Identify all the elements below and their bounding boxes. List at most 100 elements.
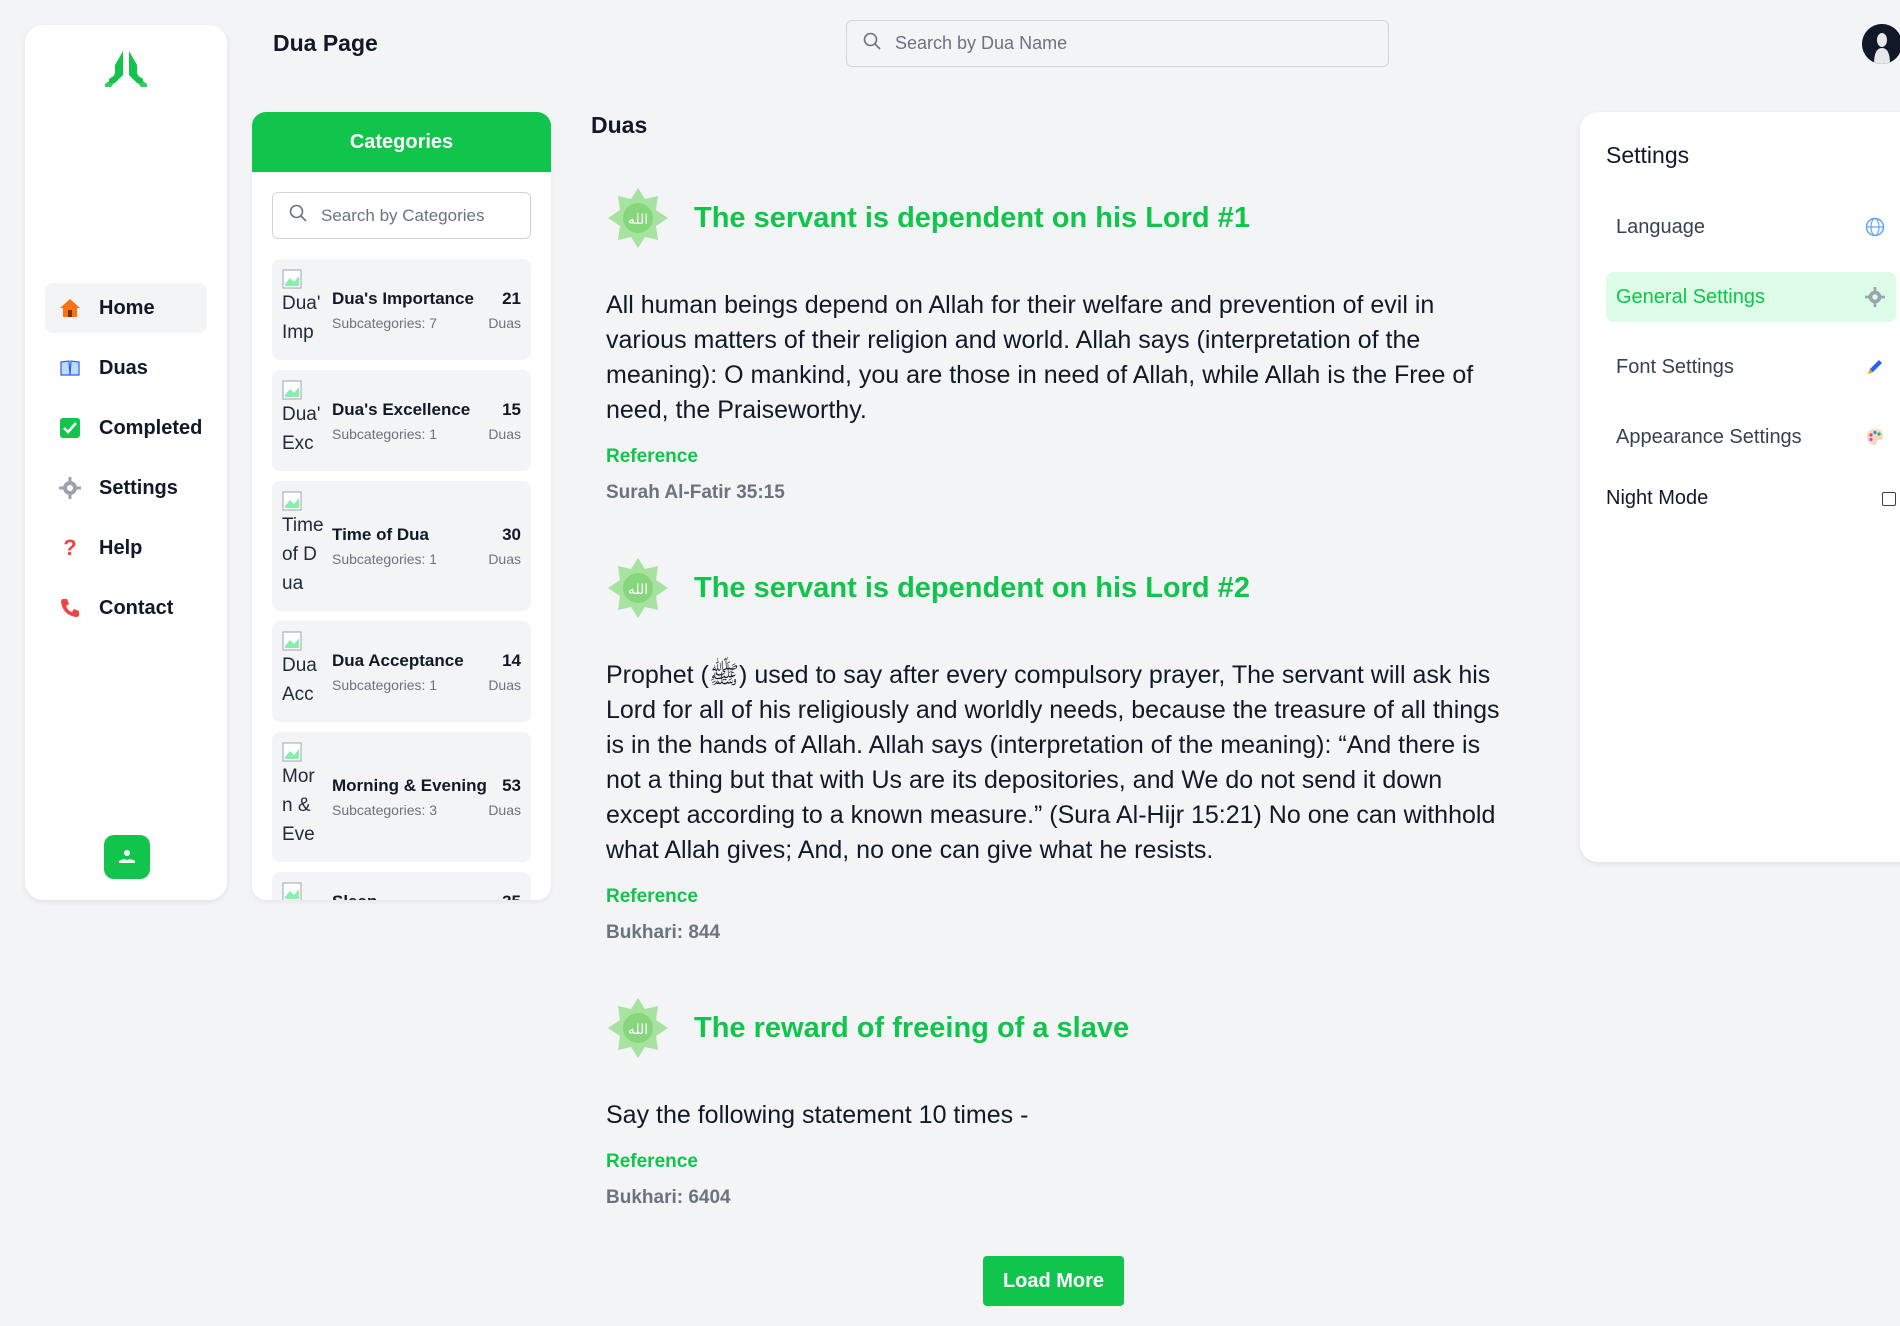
svg-text:الله: الله	[628, 1022, 648, 1038]
allah-star-badge-icon: الله	[608, 998, 668, 1058]
category-list: Dua' Impo Dua's Importance Subcategories…	[252, 259, 551, 900]
settings-item-appearance[interactable]: Appearance Settings	[1606, 412, 1896, 462]
category-name: Dua's Excellence	[332, 399, 471, 419]
categories-search-input[interactable]	[321, 205, 521, 226]
hand-heart-icon	[119, 850, 135, 863]
broken-image-icon	[282, 631, 302, 651]
category-item[interactable]: Dua' Impo Dua's Importance Subcategories…	[272, 259, 531, 360]
category-name: Dua's Importance	[332, 288, 474, 308]
category-dua-unit: Duas	[488, 676, 521, 693]
category-image: Time of Dua	[282, 491, 324, 601]
settings-title: Settings	[1606, 142, 1690, 168]
category-item[interactable]: Time of Dua Time of Dua Subcategories: 1…	[272, 481, 531, 611]
dua-text: Prophet (ﷺ) used to say after every comp…	[606, 661, 1500, 864]
svg-text:الله: الله	[628, 212, 648, 228]
category-name: Morning & Evening	[332, 776, 487, 795]
nav-item-help[interactable]: ? Help	[45, 523, 207, 573]
broken-image-icon	[282, 380, 302, 400]
page-title: Dua Page	[273, 30, 378, 56]
nav-item-settings[interactable]: Settings	[45, 463, 207, 513]
avatar[interactable]	[1862, 24, 1900, 64]
category-image-alt: Morn & Even	[282, 766, 315, 845]
category-image-alt: Dua' Exce	[282, 404, 321, 454]
palette-icon	[1864, 426, 1886, 448]
category-name: Time of Dua	[332, 525, 429, 544]
category-item[interactable]: Dua' Exce Dua's Excellence Subcategories…	[272, 370, 531, 471]
dua-reference: Bukhari: 6404	[606, 1187, 731, 1208]
category-subcount: Subcategories: 1	[332, 676, 438, 693]
allah-star-badge-icon: الله	[608, 188, 668, 248]
category-image: Dua Acce	[282, 631, 324, 712]
pen-icon	[1864, 356, 1886, 378]
categories-panel: Categories Dua' Impo Dua's Importance Su…	[252, 112, 551, 900]
settings-item-language[interactable]: Language	[1606, 202, 1896, 252]
checkbox-icon	[59, 417, 81, 439]
gear-icon	[59, 477, 81, 499]
category-name: Dua Acceptance	[332, 650, 464, 670]
dua-reference: Bukhari: 844	[606, 922, 721, 943]
category-image-alt: Time of Dua	[282, 515, 324, 594]
nav-item-label: Help	[99, 536, 143, 559]
category-image: Dua' Exce	[282, 380, 324, 461]
nav-item-label: Duas	[99, 356, 148, 379]
category-dua-unit: Duas	[488, 551, 521, 567]
category-dua-unit: Duas	[488, 425, 521, 442]
nav-list: Home Duas Completed Settings ? Help Cont…	[45, 283, 207, 643]
category-dua-count: 53	[502, 776, 521, 795]
categories-search-bar[interactable]	[272, 192, 531, 239]
nav-item-home[interactable]: Home	[45, 283, 207, 333]
gear-icon	[1864, 286, 1886, 308]
dua-card: الله The servant is dependent on his Lor…	[606, 556, 1506, 944]
broken-image-icon	[282, 882, 302, 900]
category-item[interactable]: Sleep 35	[272, 872, 531, 900]
settings-item-label: Font Settings	[1616, 355, 1734, 378]
praying-hands-logo-icon[interactable]	[101, 45, 151, 95]
dua-search-bar[interactable]	[846, 20, 1389, 67]
category-subcount: Subcategories: 3	[332, 802, 438, 818]
search-icon	[863, 32, 881, 55]
category-dua-unit: Duas	[488, 802, 521, 818]
category-dua-unit: Duas	[488, 314, 521, 331]
dua-text: All human beings depend on Allah for the…	[606, 291, 1474, 424]
settings-item-font[interactable]: Font Settings	[1606, 342, 1896, 392]
dua-card: الله The reward of freeing of a slave Sa…	[606, 996, 1506, 1209]
dua-reference-label: Reference	[606, 446, 698, 467]
nav-item-label: Settings	[99, 476, 178, 499]
night-mode-label: Night Mode	[1606, 487, 1709, 509]
broken-image-icon	[282, 269, 302, 289]
dua-title: The reward of freeing of a slave	[694, 1011, 1130, 1044]
dua-text: Say the following statement 10 times -	[606, 1101, 1029, 1129]
globe-icon	[1864, 216, 1886, 238]
settings-item-general[interactable]: General Settings	[1606, 272, 1896, 322]
donate-button[interactable]	[104, 835, 150, 879]
search-icon	[289, 204, 307, 227]
load-more-button[interactable]: Load More	[983, 1256, 1124, 1306]
category-image	[282, 882, 324, 900]
nav-item-duas[interactable]: Duas	[45, 343, 207, 393]
dua-title: The servant is dependent on his Lord #2	[694, 571, 1250, 604]
categories-title: Categories	[252, 112, 551, 172]
dua-title: The servant is dependent on his Lord #1	[694, 201, 1250, 234]
category-item[interactable]: Morn & Even Morning & Evening Subcategor…	[272, 732, 531, 862]
home-icon	[59, 297, 81, 319]
dua-reference-label: Reference	[606, 886, 698, 907]
nav-item-label: Completed	[99, 416, 203, 439]
category-dua-count: 14	[502, 650, 521, 670]
category-image-alt: Dua' Impo	[282, 293, 321, 343]
nav-item-completed[interactable]: Completed	[45, 403, 207, 453]
category-image: Morn & Even	[282, 742, 324, 852]
category-dua-count: 15	[502, 399, 521, 419]
category-image: Dua' Impo	[282, 269, 324, 350]
dua-search-input[interactable]	[895, 33, 1375, 54]
category-dua-count: 35	[502, 892, 521, 900]
broken-image-icon	[282, 491, 302, 511]
broken-image-icon	[282, 742, 302, 762]
user-avatar-icon	[1862, 24, 1900, 64]
night-mode-row: Night Mode	[1606, 487, 1896, 510]
book-icon	[59, 357, 81, 379]
sidebar: Home Duas Completed Settings ? Help Cont…	[25, 25, 227, 900]
nav-item-contact[interactable]: Contact	[45, 583, 207, 633]
category-item[interactable]: Dua Acce Dua Acceptance Subcategories: 1…	[272, 621, 531, 722]
night-mode-checkbox[interactable]	[1882, 491, 1896, 506]
settings-item-label: Language	[1616, 215, 1705, 238]
